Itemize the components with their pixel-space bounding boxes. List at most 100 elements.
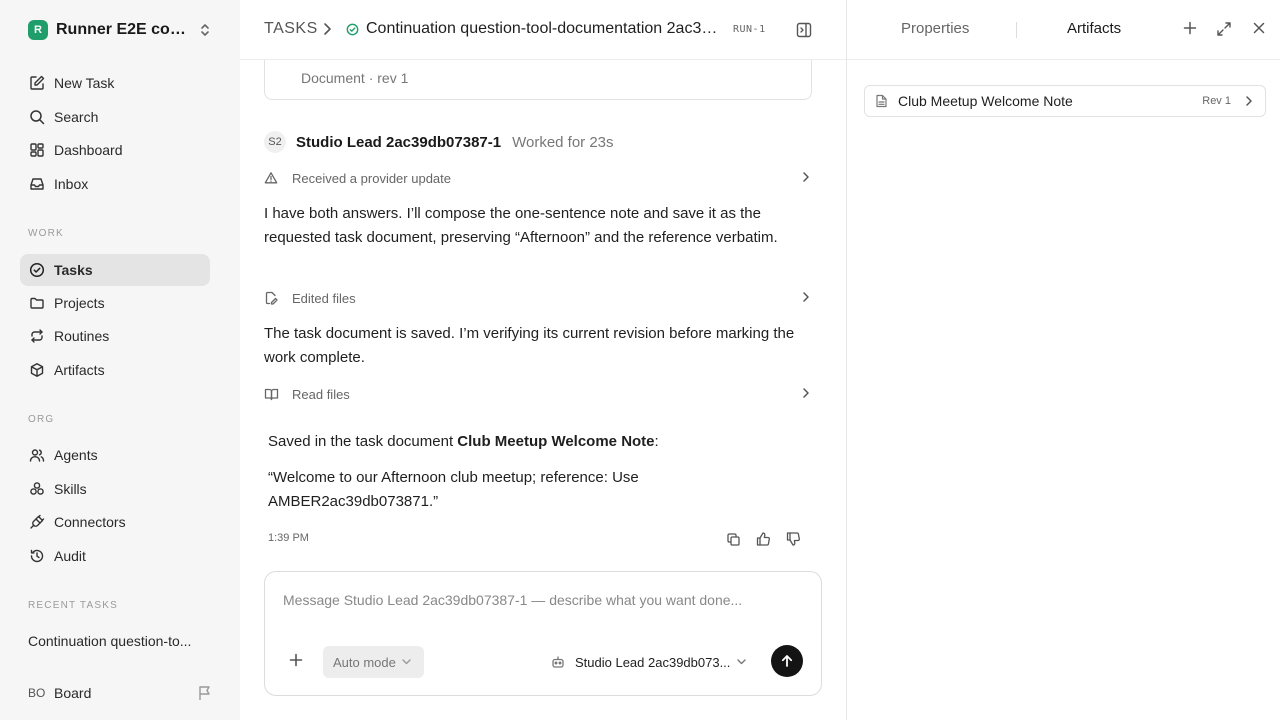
- tab-artifacts[interactable]: Artifacts: [1067, 20, 1121, 37]
- mode-selector[interactable]: Auto mode: [323, 646, 424, 678]
- chevron-right-icon: [802, 387, 810, 399]
- nav-artifacts[interactable]: Artifacts: [20, 354, 210, 386]
- event-read-files[interactable]: Read files: [264, 383, 812, 405]
- tab-properties[interactable]: Properties: [901, 20, 969, 37]
- workspace-switcher[interactable]: R Runner E2E conti...: [28, 20, 214, 40]
- final-quote: “Welcome to our Afternoon club meetup; r…: [268, 469, 639, 510]
- plus-icon[interactable]: [289, 653, 303, 667]
- agent-message: The task document is saved. I’m verifyin…: [264, 325, 795, 366]
- folder-icon: [28, 294, 46, 312]
- new-task-icon: [28, 74, 46, 92]
- sidebar: R Runner E2E conti... New Task Search Da…: [0, 0, 240, 720]
- warning-icon: [264, 171, 280, 185]
- nav-label: Connectors: [54, 514, 126, 530]
- task-thread: TASKS Continuation question-tool-documen…: [240, 0, 846, 720]
- panel-toggle-icon[interactable]: [795, 21, 813, 39]
- nav-label: Search: [54, 109, 99, 125]
- thumbs-down-icon[interactable]: [784, 530, 802, 548]
- close-icon[interactable]: [1252, 21, 1266, 35]
- box-icon: [28, 361, 46, 379]
- nav-label: New Task: [54, 75, 115, 91]
- message-timestamp: 1:39 PM: [268, 532, 309, 544]
- plus-icon[interactable]: [1183, 21, 1197, 35]
- chevron-right-icon: [802, 171, 810, 183]
- nav-skills[interactable]: Skills: [20, 473, 210, 505]
- agent-header: S2 Studio Lead 2ac39db07387-1 Worked for…: [264, 131, 614, 153]
- nav-search[interactable]: Search: [20, 101, 210, 133]
- tab-divider: [1016, 22, 1017, 38]
- agent-selector-label: Studio Lead 2ac39db073...: [575, 654, 731, 670]
- recent-task-item[interactable]: Continuation question-to...: [28, 633, 218, 649]
- arrow-up-icon: [780, 654, 794, 668]
- user-name: Board: [54, 685, 92, 701]
- message-input[interactable]: [283, 592, 803, 608]
- flag-icon[interactable]: [198, 685, 212, 701]
- chevron-right-icon: [802, 291, 810, 303]
- nav-new-task[interactable]: New Task: [20, 67, 210, 99]
- send-button[interactable]: [771, 645, 803, 677]
- plug-icon: [28, 513, 46, 531]
- agent-selector[interactable]: Studio Lead 2ac39db073...: [551, 652, 746, 672]
- final-doc-name: Club Meetup Welcome Note: [457, 433, 655, 450]
- nav-projects[interactable]: Projects: [20, 287, 210, 319]
- inbox-icon: [28, 175, 46, 193]
- message-composer: Auto mode Studio Lead 2ac39db073...: [264, 571, 822, 696]
- section-label-org: ORG: [28, 414, 55, 425]
- nav-tasks[interactable]: Tasks: [20, 254, 210, 286]
- nav-inbox[interactable]: Inbox: [20, 168, 210, 200]
- nav-label: Inbox: [54, 176, 89, 192]
- expand-icon[interactable]: [1216, 21, 1232, 37]
- nav-dashboard[interactable]: Dashboard: [20, 134, 210, 166]
- edit-file-icon: [264, 291, 280, 305]
- nav-label: Agents: [54, 447, 98, 463]
- chevron-down-icon: [402, 659, 411, 665]
- skills-icon: [28, 480, 46, 498]
- nav-connectors[interactable]: Connectors: [20, 506, 210, 538]
- chevron-right-icon: [322, 22, 332, 36]
- final-suffix: :: [654, 433, 659, 450]
- nav-label: Audit: [54, 548, 86, 564]
- thumbs-up-icon[interactable]: [754, 530, 772, 548]
- final-prefix: Saved in the task document: [268, 433, 458, 450]
- event-provider-update[interactable]: Received a provider update: [264, 167, 812, 189]
- agent-avatar: S2: [264, 131, 286, 153]
- users-icon: [28, 446, 46, 464]
- event-label: Received a provider update: [292, 170, 451, 186]
- section-label-work: WORK: [28, 228, 64, 239]
- nav-agents[interactable]: Agents: [20, 439, 210, 471]
- breadcrumb: TASKS Continuation question-tool-documen…: [240, 0, 846, 60]
- chevron-up-down-icon[interactable]: [198, 22, 212, 38]
- status-done-icon: [346, 23, 359, 36]
- bot-icon: [551, 655, 565, 669]
- mode-label: Auto mode: [333, 654, 396, 670]
- check-circle-icon: [28, 261, 46, 279]
- history-icon: [28, 547, 46, 565]
- avatar: BO: [28, 686, 46, 700]
- panel-tabs: Properties Artifacts: [847, 0, 1280, 60]
- event-label: Read files: [292, 386, 350, 402]
- artifact-item[interactable]: Club Meetup Welcome Note Rev 1: [864, 85, 1266, 117]
- dashboard-icon: [28, 141, 46, 159]
- agent-name: Studio Lead 2ac39db07387-1: [296, 133, 502, 151]
- artifact-revision: Rev 1: [1202, 95, 1231, 107]
- nav-label: Routines: [54, 328, 110, 344]
- nav-routines[interactable]: Routines: [20, 320, 210, 352]
- search-icon: [28, 108, 46, 126]
- nav-label: Skills: [54, 481, 87, 497]
- user-menu[interactable]: BO Board: [28, 683, 214, 703]
- details-panel: Properties Artifacts Club Meetup Welcome…: [846, 0, 1280, 720]
- nav-audit[interactable]: Audit: [20, 540, 210, 572]
- nav-label: Tasks: [54, 262, 93, 278]
- document-meta: Document · rev 1: [301, 70, 409, 86]
- copy-icon[interactable]: [724, 530, 742, 548]
- event-edited-files[interactable]: Edited files: [264, 287, 812, 309]
- breadcrumb-tasks[interactable]: TASKS: [264, 20, 318, 38]
- nav-label: Artifacts: [54, 362, 105, 378]
- run-id-badge: RUN-1: [733, 24, 766, 35]
- nav-label: Dashboard: [54, 142, 123, 158]
- worked-duration: Worked for 23s: [512, 133, 614, 151]
- message-actions: [724, 530, 802, 548]
- workspace-name: Runner E2E conti...: [56, 21, 190, 38]
- final-summary: Saved in the task document Club Meetup W…: [268, 430, 808, 454]
- repeat-icon: [28, 327, 46, 345]
